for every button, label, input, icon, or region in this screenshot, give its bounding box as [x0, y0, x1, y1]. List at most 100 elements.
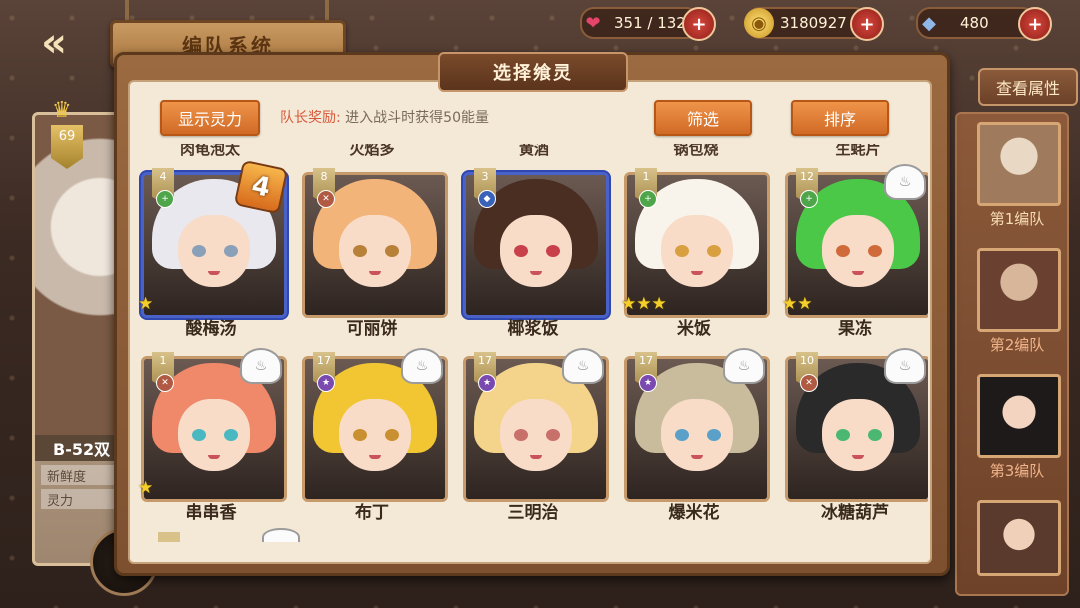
dialog-title: 选择飨灵 — [438, 52, 628, 92]
eye — [514, 245, 528, 257]
eye — [707, 429, 721, 441]
eye — [868, 245, 882, 257]
eye — [546, 429, 560, 441]
card-name: 爆米花 — [668, 503, 720, 523]
card-name: 三明治 — [507, 503, 559, 523]
team-label: 第3编队 — [989, 462, 1045, 480]
team-1-portrait — [977, 122, 1061, 206]
star-rating: ★★★ — [621, 294, 667, 314]
character-card[interactable]: 17 ★ ♨ 布丁 — [299, 348, 449, 523]
eye — [224, 245, 238, 257]
star-rating: ★ — [138, 294, 154, 314]
add-gold-button[interactable]: + — [850, 7, 884, 41]
class-icon: ✕ — [800, 374, 818, 392]
eye — [192, 429, 206, 441]
character-card[interactable]: 1 + ★★★ 米饭 — [621, 164, 771, 339]
stamina-display: ❤ 351 / 132 + — [580, 7, 716, 41]
card-name: 酸梅汤 — [185, 319, 237, 339]
team-slot-4[interactable] — [977, 500, 1061, 576]
team-label: 第1编队 — [989, 210, 1045, 228]
show-spirit-button[interactable]: 显示灵力 — [160, 100, 260, 136]
team-sidebar: 第1编队 第2编队 第3编队 — [955, 112, 1069, 596]
class-icon: ◆ — [478, 190, 496, 208]
partial-row-names: 肉龟泡太 火焰多 黄酒 锅包烧 生蚝片 — [138, 144, 928, 160]
face — [661, 215, 733, 287]
team-slot-1[interactable]: 第1编队 — [977, 122, 1061, 229]
team-order-badge: 4 — [233, 159, 289, 215]
character-card[interactable]: 3 ◆ 椰浆饭 — [460, 164, 610, 339]
captain-bonus-text: 进入战斗时获得50能量 — [345, 110, 489, 126]
eye — [546, 245, 560, 257]
character-card[interactable]: 1 ✕ ♨ ★ 串串香 — [138, 348, 288, 523]
card-name: 可丽饼 — [346, 319, 398, 339]
face — [661, 399, 733, 471]
captain-bonus-label: 队长奖励: — [280, 110, 341, 126]
back-arrow-icon[interactable]: « — [22, 20, 86, 66]
class-icon: ★ — [317, 374, 335, 392]
team-slot-2[interactable]: 第2编队 — [977, 248, 1061, 355]
star-rating: ★ — [138, 478, 154, 498]
team-label: 第2编队 — [989, 336, 1045, 354]
gold-value: 3180927 — [780, 14, 847, 32]
crystal-value: 480 — [960, 14, 989, 32]
select-spirit-dialog: 选择飨灵 显示灵力 队长奖励: 进入战斗时获得50能量 筛选 排序 肉龟泡太 火… — [114, 52, 950, 576]
class-icon: ★ — [478, 374, 496, 392]
face — [500, 215, 572, 287]
face — [822, 399, 894, 471]
eye — [675, 429, 689, 441]
star-rating: ★★ — [782, 294, 813, 314]
face — [178, 215, 250, 287]
class-icon: + — [156, 190, 174, 208]
add-crystal-button[interactable]: + — [1018, 7, 1052, 41]
level-ribbon — [158, 532, 180, 542]
crystal-display: ◆ 480 + — [916, 7, 1052, 41]
chef-hat-icon: ♨ — [884, 164, 926, 200]
partial-card-name: 锅包烧 — [673, 144, 719, 158]
eye — [868, 429, 882, 441]
card-name: 果冻 — [838, 319, 872, 339]
chef-hat-icon — [262, 528, 300, 542]
partial-card-name: 生蚝片 — [835, 144, 881, 158]
eye — [192, 245, 206, 257]
eye — [353, 429, 367, 441]
chef-hat-icon: ♨ — [401, 348, 443, 384]
rope-decoration — [325, 0, 329, 22]
top-bar: « 编队系统 ❤ 351 / 132 + ◉ 3180927 + ◆ 480 + — [0, 0, 1080, 68]
face — [500, 399, 572, 471]
gold-coin-icon: ◉ — [744, 8, 774, 38]
card-name: 椰浆饭 — [507, 319, 559, 339]
character-card[interactable]: 12 + ♨ ★★ 果冻 — [782, 164, 928, 339]
eye — [514, 429, 528, 441]
sort-button[interactable]: 排序 — [791, 100, 889, 136]
class-icon: + — [639, 190, 657, 208]
eye — [385, 429, 399, 441]
chef-hat-icon: ♨ — [723, 348, 765, 384]
add-stamina-button[interactable]: + — [682, 7, 716, 41]
eye — [675, 245, 689, 257]
chef-hat-icon: ♨ — [240, 348, 282, 384]
character-card[interactable]: 10 ✕ ♨ 冰糖葫芦 — [782, 348, 928, 523]
team-4-portrait — [977, 500, 1061, 576]
character-card[interactable]: 4 +4 ★ 酸梅汤 — [138, 159, 289, 339]
partial-card-name: 肉龟泡太 — [179, 144, 240, 158]
character-card[interactable]: 17 ★ ♨ 爆米花 — [621, 348, 771, 523]
character-card[interactable]: 17 ★ ♨ 三明治 — [460, 348, 610, 523]
class-icon: + — [800, 190, 818, 208]
view-attributes-button[interactable]: 查看属性 — [978, 68, 1078, 106]
class-icon: ★ — [639, 374, 657, 392]
filter-button[interactable]: 筛选 — [654, 100, 752, 136]
face — [339, 215, 411, 287]
class-icon: ✕ — [317, 190, 335, 208]
eye — [836, 245, 850, 257]
face — [178, 399, 250, 471]
character-grid: 肉龟泡太 火焰多 黄酒 锅包烧 生蚝片 4 +4 ★ 酸梅汤 8 ✕ 可丽饼 3 ◆ 椰浆饭 1 + ★… — [138, 144, 928, 542]
team-slot-3[interactable]: 第3编队 — [977, 374, 1061, 481]
crystal-icon: ◆ — [922, 12, 936, 34]
partial-card-name: 黄酒 — [518, 144, 549, 158]
gold-display: ◉ 3180927 + — [744, 7, 884, 41]
character-card[interactable]: 8 ✕ 可丽饼 — [299, 164, 449, 339]
partial-card-name: 火焰多 — [349, 144, 395, 158]
eye — [707, 245, 721, 257]
face — [822, 215, 894, 287]
card-name: 米饭 — [677, 319, 711, 339]
